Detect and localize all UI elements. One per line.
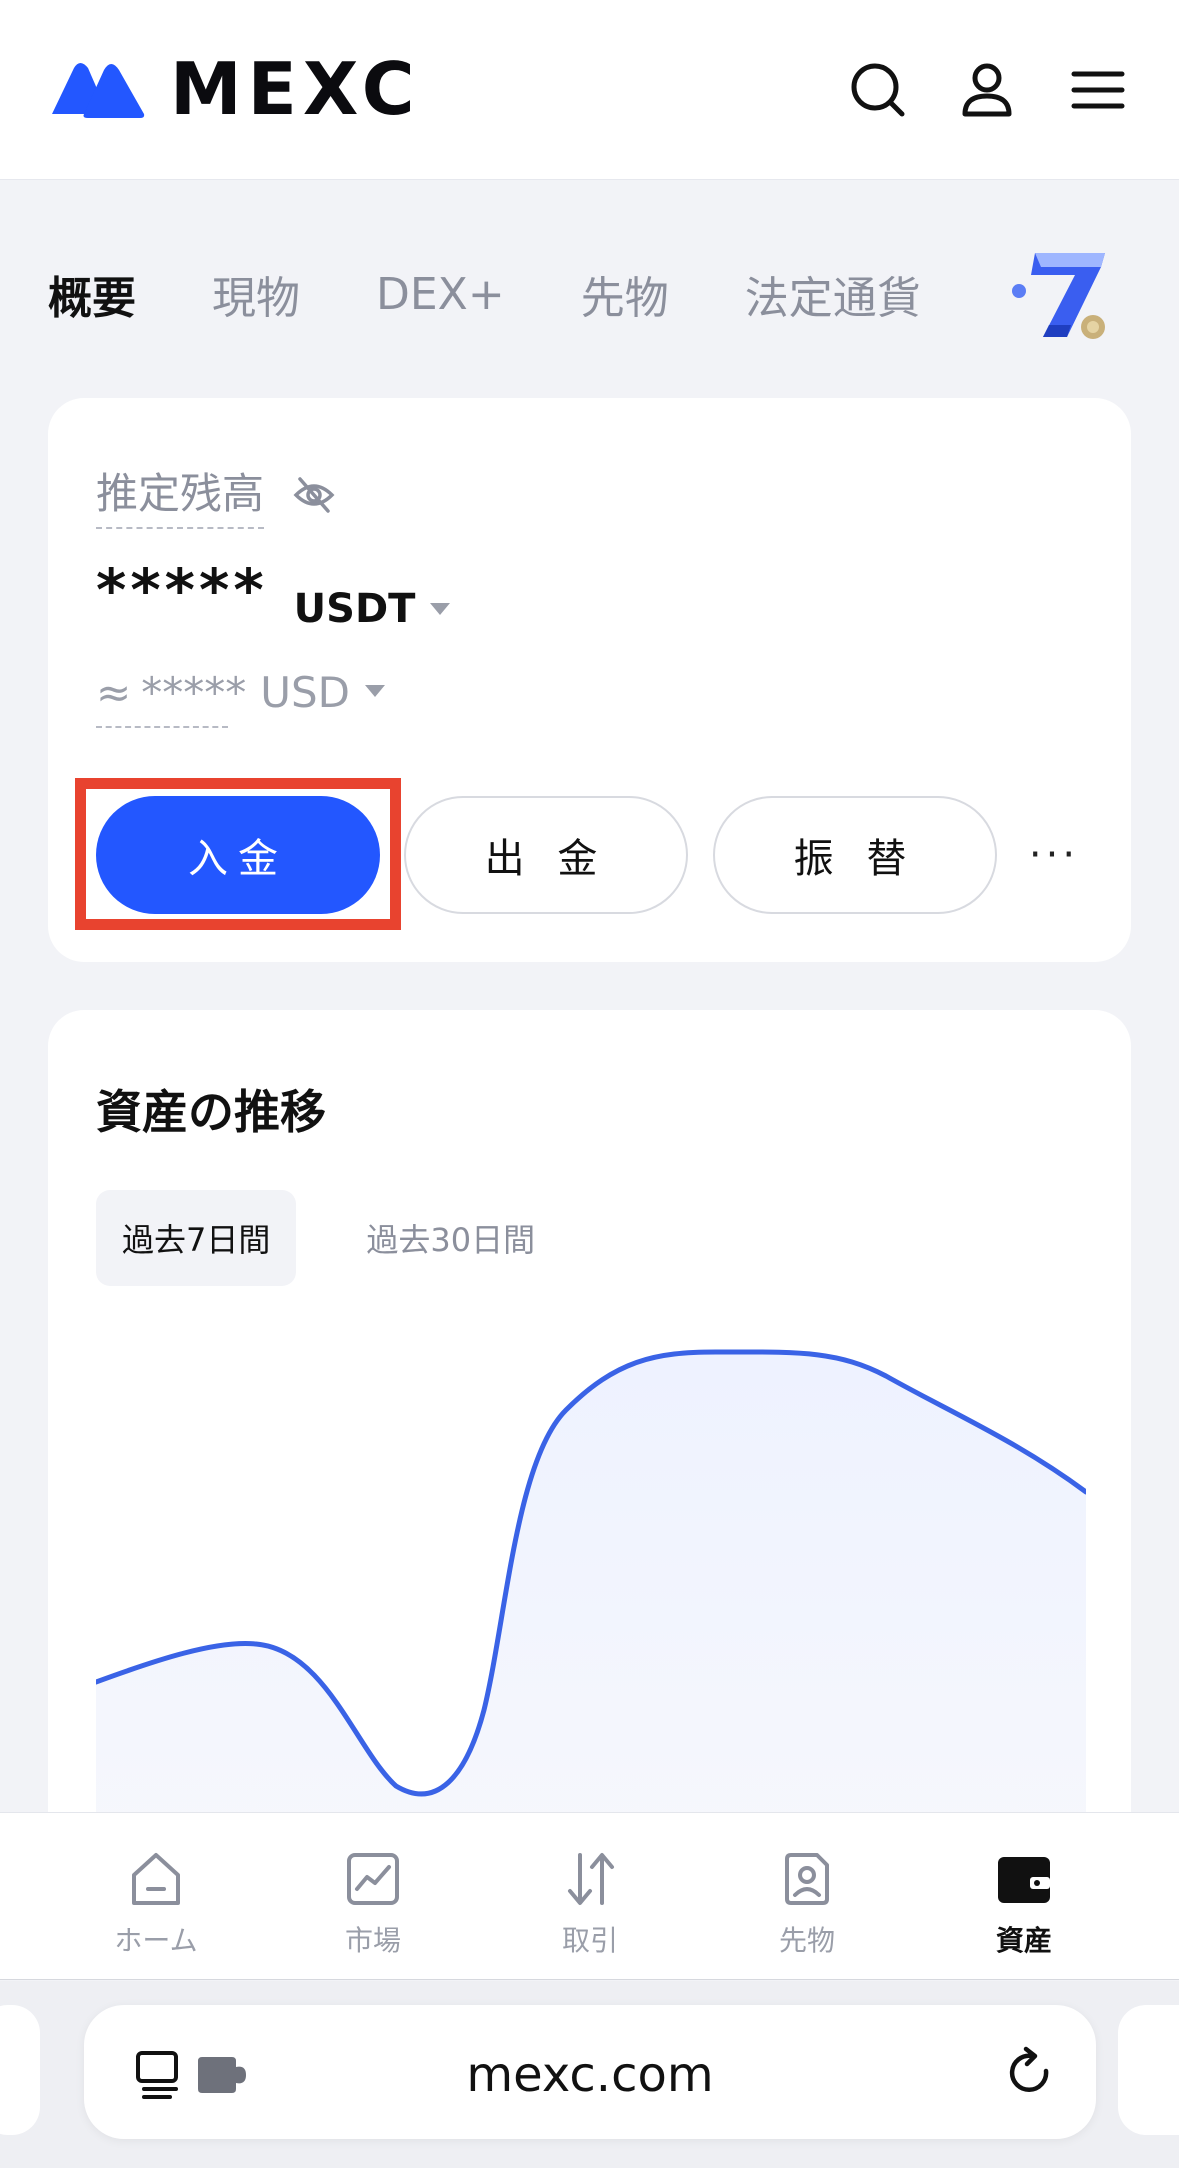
search-icon[interactable] <box>848 60 908 120</box>
nav-futures[interactable]: 先物 <box>737 1849 877 1959</box>
wallet-icon <box>998 1857 1050 1903</box>
app-header: MEXC <box>0 0 1179 180</box>
caret-down-icon[interactable] <box>429 602 451 616</box>
nav-home-label: ホーム <box>114 1924 198 1957</box>
nav-assets-label: 資産 <box>995 1924 1052 1957</box>
caret-down-icon[interactable] <box>364 684 386 698</box>
balance-value-row: ***** USDT <box>96 556 451 632</box>
dashed-underline <box>96 726 228 728</box>
reload-icon[interactable] <box>1002 2045 1058 2101</box>
nav-home[interactable]: ホーム <box>86 1849 226 1959</box>
approx-prefix: ≈ <box>96 668 132 717</box>
approx-currency-select[interactable]: USD <box>260 668 350 717</box>
home-icon <box>132 1853 180 1905</box>
more-actions-button[interactable]: ··· <box>1022 830 1086 880</box>
futures-doc-icon <box>785 1853 829 1905</box>
tab-fiat[interactable]: 法定通貨 <box>745 262 921 326</box>
nav-trade[interactable]: 取引 <box>520 1849 660 1959</box>
nav-assets[interactable]: 資産 <box>954 1849 1094 1959</box>
approx-masked-value: ***** <box>141 668 247 717</box>
nav-market-label: 市場 <box>344 1924 401 1957</box>
trade-arrows-icon <box>568 1853 614 1905</box>
mexc-logo-mark-icon <box>52 63 145 118</box>
estimated-balance-row: 推定残高 <box>96 460 336 529</box>
nav-futures-label: 先物 <box>778 1924 835 1957</box>
menu-icon[interactable] <box>1068 60 1128 120</box>
range-30-days[interactable]: 過去30日間 <box>340 1190 561 1286</box>
asset-trend-card: 資産の推移 過去7日間 過去30日間 <box>48 1010 1131 1910</box>
estimated-balance-label[interactable]: 推定残高 <box>96 460 265 529</box>
balance-masked-value: ***** <box>96 556 268 624</box>
url-text[interactable]: mexc.com <box>84 2047 1096 2103</box>
tab-dex-plus[interactable]: DEX+ <box>376 269 505 320</box>
brand-name: MEXC <box>170 47 421 131</box>
bottom-nav: ホーム 市場 取引 先物 資産 <box>0 1812 1179 1980</box>
transfer-button[interactable]: 振 替 <box>713 796 997 914</box>
hide-balance-eye-icon[interactable] <box>292 475 336 515</box>
mexc-logo[interactable]: MEXC <box>50 47 421 131</box>
tab-spot[interactable]: 現物 <box>212 262 300 326</box>
browser-toolbar: mexc.com <box>0 1981 1179 2168</box>
previous-tab-pill[interactable] <box>0 2005 40 2135</box>
tab-futures[interactable]: 先物 <box>581 262 669 326</box>
asset-trend-title: 資産の推移 <box>96 1085 326 1139</box>
market-chart-icon <box>347 1853 399 1905</box>
user-icon[interactable] <box>957 60 1017 120</box>
range-7-days[interactable]: 過去7日間 <box>96 1190 297 1286</box>
range-selector: 過去7日間 過去30日間 <box>96 1190 605 1286</box>
withdraw-button[interactable]: 出 金 <box>404 796 688 914</box>
address-bar[interactable]: mexc.com <box>84 2005 1096 2139</box>
balance-currency-select[interactable]: USDT <box>294 586 416 632</box>
nav-market[interactable]: 市場 <box>303 1849 443 1959</box>
tab-overview[interactable]: 概要 <box>48 262 136 326</box>
approx-usd-row: ≈ ***** USD <box>96 668 386 728</box>
nav-trade-label: 取引 <box>561 1924 618 1957</box>
anniversary-7-promo-icon[interactable] <box>1005 245 1115 345</box>
next-tab-pill[interactable] <box>1118 2005 1179 2135</box>
deposit-highlight-box <box>75 778 401 930</box>
asset-tabs: 概要 現物 DEX+ 先物 法定通貨 <box>48 262 997 326</box>
